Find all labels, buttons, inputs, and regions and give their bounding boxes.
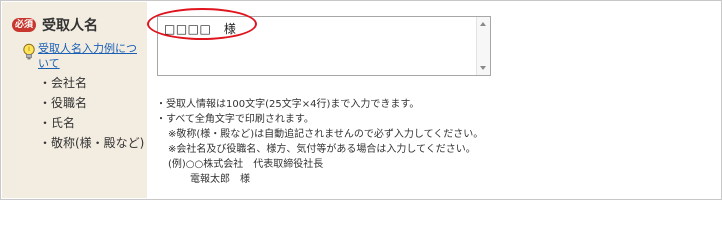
field-title: 受取人名 (42, 18, 98, 34)
note-line: ※敬称(様・殿など)は自動追記されませんので必ず入力してください。 (168, 129, 484, 140)
note-line: ・受取人情報は100文字(25文字×4行)まで入力できます。 (156, 99, 420, 110)
note-line: (例)○○株式会社 代表取締役社長 (168, 159, 324, 170)
highlight-circle (147, 8, 257, 40)
recipient-name-example-link[interactable]: 受取人名入力例について (38, 41, 144, 71)
required-items-list: ・会社名 ・役職名 ・氏名 ・敬称(様・殿など) (39, 73, 144, 153)
note-line: ※会社名及び役職名、様方、気付等がある場合は入力してください。 (168, 144, 476, 155)
scroll-down-arrow-icon[interactable] (480, 66, 486, 70)
list-item: ・氏名 (39, 116, 76, 130)
field-label-panel: 必須 受取人名 受取人名入力例について ・会社名 ・役職名 ・氏名 ・敬称(様・… (2, 2, 147, 198)
note-line: ・すべて全角文字で印刷されます。 (156, 114, 314, 125)
textarea-scrollbar[interactable] (476, 17, 490, 75)
list-item: ・役職名 (39, 96, 88, 110)
scroll-up-arrow-icon[interactable] (480, 22, 486, 26)
list-item: ・敬称(様・殿など) (39, 136, 145, 150)
input-notes: ・受取人情報は100文字(25文字×4行)まで入力できます。 ・すべて全角文字で… (156, 97, 716, 187)
lightbulb-icon (23, 43, 35, 60)
recipient-name-form-row: 必須 受取人名 受取人名入力例について ・会社名 ・役職名 ・氏名 ・敬称(様・… (0, 0, 722, 200)
required-badge: 必須 (12, 18, 37, 32)
list-item: ・会社名 (39, 76, 88, 90)
note-line: 電報太郎 様 (190, 174, 250, 185)
